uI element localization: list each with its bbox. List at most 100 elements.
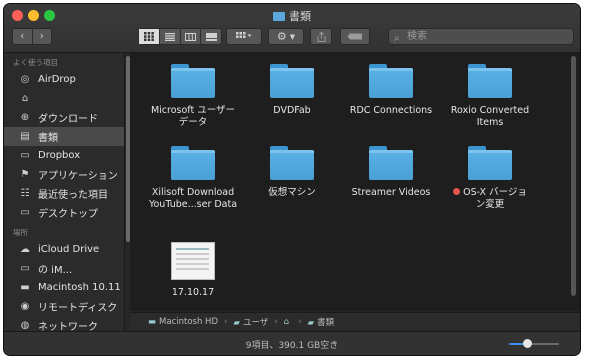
content-scrollbar[interactable] [571, 56, 576, 296]
folder-icon [270, 64, 314, 98]
share-button[interactable] [310, 28, 332, 45]
path-segment[interactable]: ⌂ [284, 317, 292, 327]
nav-button-group: ‹ › [12, 28, 52, 45]
file-name: 仮想マシン [242, 187, 342, 199]
file-name-line: DVDFab [273, 105, 311, 116]
file-name: DVDFab [242, 105, 342, 117]
folder-body [171, 150, 215, 180]
sidebar-item-label: の iM... [38, 265, 73, 276]
sidebar-item[interactable]: ◎ AirDrop [4, 70, 124, 89]
file-name-line: Roxio Converted [450, 105, 530, 116]
path-segment[interactable]: ▰ 書類 [308, 316, 335, 328]
folder-icon: ▰ [307, 317, 315, 328]
tag-button[interactable] [340, 28, 370, 45]
sidebar-item[interactable]: ⚑ アプリケーション [4, 165, 124, 184]
file-name-line: YouTube...ser Data [148, 199, 238, 210]
search-icon: ⌕ [394, 33, 400, 44]
sidebar-item[interactable]: ▭ Dropbox [4, 146, 124, 165]
folder-item[interactable]: DVDFab [242, 64, 342, 117]
folder-item[interactable]: RDC Connections [341, 64, 441, 117]
sidebar-section-title: 場所 [13, 228, 28, 237]
sidebar-item-label: ダウンロード [38, 114, 98, 125]
forward-button[interactable]: › [31, 29, 52, 44]
file-name-line: ン変更 [475, 199, 505, 210]
folder-body [369, 68, 413, 98]
icon-view-button[interactable] [139, 29, 159, 44]
folder-item[interactable]: Xilisoft Download YouTube...ser Data [143, 146, 243, 211]
documents-icon: ▤ [20, 131, 30, 142]
status-bar: 9項目、390.1 GB空き [4, 331, 580, 355]
gallery-view-button[interactable] [200, 29, 221, 44]
folder-item[interactable]: Streamer Videos [341, 146, 441, 199]
sidebar-item[interactable]: ⊕ ダウンロード [4, 108, 124, 127]
sidebar-item-label: 書類 [38, 133, 58, 144]
icloud-icon: ☁ [20, 244, 30, 255]
arrange-button[interactable] [226, 28, 262, 45]
sidebar-item[interactable]: ▭ デスクトップ [4, 203, 124, 222]
network-icon: ◍ [20, 320, 30, 331]
file-name-line: RDC Connections [349, 105, 433, 116]
sidebar-item[interactable]: ▬ Macintosh 10.11 [4, 278, 124, 297]
folder-body [270, 150, 314, 180]
sidebar-item-label: iCloud Drive [38, 244, 100, 255]
folder-item[interactable]: Roxio Converted Items [440, 64, 540, 129]
file-name: Xilisoft Download YouTube...ser Data [143, 187, 243, 211]
file-name-line: Microsoft ユーザー [150, 105, 236, 116]
applications-icon: ⚑ [20, 169, 30, 180]
folder-icon [369, 64, 413, 98]
file-name-line: 仮想マシン [268, 187, 316, 198]
finder-window: 書類 ‹ › ⚙ ▼ ⌕ 検索 よく使う項目 ◎ AirDrop ⌂ ⊕ ダウンロード ▤ 書類… [4, 4, 580, 355]
download-icon: ⊕ [20, 112, 30, 123]
sidebar-item[interactable]: ☁ iCloud Drive [4, 240, 124, 259]
icon-size-slider[interactable] [509, 339, 559, 348]
path-segment[interactable]: ▰ ユーザ [233, 316, 268, 328]
sidebar-item-label: アプリケーション [38, 171, 118, 182]
sidebar-item[interactable]: ⌂ [4, 89, 124, 108]
sidebar-item[interactable]: ☷ 最近使った項目 [4, 184, 124, 203]
file-name: Streamer Videos [341, 187, 441, 199]
home-icon: ⌂ [283, 316, 290, 327]
folder-item[interactable]: 仮想マシン [242, 146, 342, 199]
home-icon: ⌂ [21, 93, 29, 104]
folder-icon [171, 146, 215, 180]
share-icon [317, 31, 325, 42]
folder-icon [468, 146, 512, 180]
recents-icon: ☷ [20, 188, 30, 199]
file-name: 17.10.17 [143, 287, 243, 299]
computer-icon: ▭ [20, 263, 30, 274]
sidebar-item-label: Macintosh 10.11 [38, 282, 121, 293]
search-placeholder: 検索 [407, 31, 427, 42]
folder-body [270, 68, 314, 98]
list-view-button[interactable] [158, 29, 180, 44]
path-segment[interactable]: ▬ Macintosh HD [148, 317, 218, 327]
folder-body [369, 150, 413, 180]
file-name: Microsoft ユーザー データ [143, 105, 243, 129]
window-title: 書類 [4, 8, 580, 24]
path-separator-icon: › [298, 316, 302, 327]
back-button[interactable]: ‹ [13, 29, 32, 44]
file-name-line: 17.10.17 [171, 287, 215, 298]
sidebar-item[interactable]: ▭ の iM... [4, 259, 124, 278]
folder-icon [270, 146, 314, 180]
sidebar-item-label: 最近使った項目 [38, 190, 108, 201]
action-button[interactable]: ⚙ ▼ [268, 28, 304, 45]
search-input[interactable]: ⌕ 検索 [388, 28, 574, 45]
slider-knob[interactable] [522, 339, 532, 348]
folder-icon: ▰ [233, 317, 240, 328]
path-segment-label: 書類 [317, 317, 335, 328]
folder-icon [273, 12, 285, 21]
folder-body [468, 68, 512, 98]
sidebar-item-label: AirDrop [38, 74, 76, 85]
tag-dot-icon [453, 188, 461, 195]
path-separator-icon: › [223, 316, 228, 327]
folder-item[interactable]: Microsoft ユーザー データ [143, 64, 243, 129]
airdrop-icon: ◎ [20, 74, 30, 85]
file-name-line: Xilisoft Download [151, 187, 235, 198]
sidebar-item[interactable]: ▤ 書類 [4, 127, 124, 146]
sidebar-item[interactable]: ◉ リモートディスク [4, 297, 124, 316]
column-view-button[interactable] [179, 29, 201, 44]
remote-disc-icon: ◉ [20, 301, 30, 312]
folder-item[interactable]: OS-X バージョ ン変更 [440, 146, 540, 211]
file-item[interactable]: 17.10.17 [143, 242, 243, 299]
sidebar: よく使う項目 ◎ AirDrop ⌂ ⊕ ダウンロード ▤ 書類 ▭ Dropbox ⚑ アプリケーシ… [4, 53, 125, 333]
